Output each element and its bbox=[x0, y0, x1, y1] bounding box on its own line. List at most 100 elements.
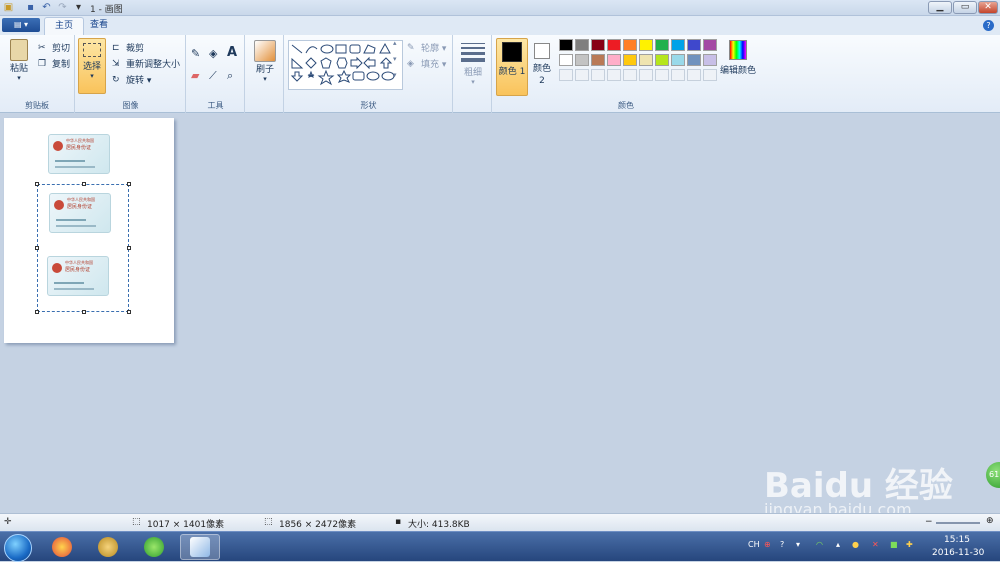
antivirus-icon[interactable]: ✚ bbox=[906, 540, 913, 549]
save-icon[interactable]: ▪ bbox=[24, 1, 37, 14]
clock-time[interactable]: 15:15 bbox=[944, 535, 970, 545]
brushes-label: 刷子 bbox=[255, 65, 274, 75]
resize-handle[interactable] bbox=[82, 182, 86, 186]
color-swatch[interactable] bbox=[623, 69, 637, 81]
color-swatch[interactable] bbox=[607, 39, 621, 51]
gallery-scroll-down-icon[interactable]: ▾ bbox=[393, 55, 397, 63]
color2-button[interactable]: 颜色 2 bbox=[531, 38, 553, 87]
status-bar: ✛ ⬚ 1017 × 1401像素 ⬚ 1856 × 2472像素 ▪ 大小: … bbox=[0, 513, 1000, 531]
resize-handle[interactable] bbox=[35, 310, 39, 314]
color-swatch[interactable] bbox=[639, 54, 653, 66]
volume-icon[interactable]: ✕ bbox=[872, 540, 879, 549]
color-swatch[interactable] bbox=[639, 69, 653, 81]
close-button[interactable]: ✕ bbox=[978, 1, 998, 14]
taskbar-app-browser[interactable] bbox=[136, 534, 172, 560]
color-swatch[interactable] bbox=[591, 54, 605, 66]
copy-button[interactable]: ❐ 复制 bbox=[38, 57, 70, 71]
selection-rectangle[interactable] bbox=[35, 182, 131, 314]
tab-view[interactable]: 查看 bbox=[80, 17, 118, 35]
resize-handle[interactable] bbox=[127, 182, 131, 186]
color-swatch[interactable] bbox=[655, 69, 669, 81]
color-swatch[interactable] bbox=[703, 39, 717, 51]
color-swatch[interactable] bbox=[687, 39, 701, 51]
input-method-icon[interactable]: ⊕ bbox=[764, 540, 771, 549]
rotate-button[interactable]: ↻ 旋转 ▾ bbox=[112, 73, 151, 87]
color-swatch[interactable] bbox=[591, 69, 605, 81]
maximize-button[interactable]: ▭ bbox=[953, 1, 977, 14]
canvas-area[interactable]: 中华人民共和国 居民身份证 中华人民共和国 居民身份证 中华人民共和国 居民身份… bbox=[0, 114, 1000, 513]
taskbar-app-paint[interactable] bbox=[180, 534, 220, 560]
pencil-icon[interactable]: ✎ bbox=[191, 47, 200, 60]
color-swatch[interactable] bbox=[575, 39, 589, 51]
crop-button[interactable]: ⊏ 裁剪 bbox=[112, 41, 144, 55]
color-swatch[interactable] bbox=[671, 54, 685, 66]
taskbar-app-game[interactable] bbox=[44, 534, 80, 560]
zoom-in-icon[interactable]: ⊕ bbox=[986, 516, 994, 526]
fill-button[interactable]: ◈ 填充 ▾ bbox=[407, 57, 446, 71]
fill-bucket-icon[interactable]: ◈ bbox=[209, 47, 217, 60]
color-swatch[interactable] bbox=[671, 69, 685, 81]
color-swatch[interactable] bbox=[671, 39, 685, 51]
paint-menu-button[interactable]: ▤ ▾ bbox=[2, 18, 40, 32]
security-icon[interactable]: ■ bbox=[890, 540, 898, 549]
wifi-icon[interactable]: ◠ bbox=[816, 540, 823, 549]
color-swatch[interactable] bbox=[639, 39, 653, 51]
qq-tray-icon[interactable]: ● bbox=[852, 540, 859, 549]
resize-handle[interactable] bbox=[35, 246, 39, 250]
color-swatch[interactable] bbox=[607, 69, 621, 81]
resize-handle[interactable] bbox=[35, 182, 39, 186]
gallery-expand-icon[interactable]: ▾ bbox=[393, 71, 397, 79]
color-swatch[interactable] bbox=[623, 54, 637, 66]
magnifier-icon[interactable]: ⌕ bbox=[227, 69, 233, 83]
paste-button[interactable]: 粘贴 ▾ bbox=[6, 39, 32, 82]
color-swatch[interactable] bbox=[687, 69, 701, 81]
shapes-gallery[interactable] bbox=[288, 40, 403, 90]
zoom-slider[interactable] bbox=[936, 522, 980, 524]
redo-icon[interactable]: ↷ bbox=[56, 1, 69, 14]
color-swatch[interactable] bbox=[607, 54, 621, 66]
resize-handle[interactable] bbox=[82, 310, 86, 314]
outline-label: 轮廓 bbox=[421, 44, 440, 54]
tab-home[interactable]: 主页 bbox=[44, 17, 85, 35]
size-button[interactable]: 粗细 ▾ bbox=[460, 41, 486, 86]
taskbar-app-qq[interactable] bbox=[90, 534, 126, 560]
cut-button[interactable]: ✂ 剪切 bbox=[38, 41, 70, 55]
color-swatch[interactable] bbox=[575, 69, 589, 81]
minimize-button[interactable]: ▁ bbox=[928, 1, 952, 14]
resize-handle[interactable] bbox=[127, 246, 131, 250]
edit-colors-button[interactable]: 编辑颜色 bbox=[719, 40, 757, 76]
resize-button[interactable]: ⇲ 重新调整大小 bbox=[112, 57, 180, 71]
customize-toolbar-icon[interactable]: ▾ bbox=[72, 1, 85, 14]
color-swatch[interactable] bbox=[703, 69, 717, 81]
select-button[interactable]: 选择 ▾ bbox=[78, 38, 106, 94]
clock-date[interactable]: 2016-11-30 bbox=[932, 548, 984, 558]
brushes-button[interactable]: 刷子 ▾ bbox=[252, 40, 278, 83]
start-button[interactable] bbox=[4, 534, 32, 562]
color-swatch[interactable] bbox=[655, 54, 669, 66]
color-swatch[interactable] bbox=[559, 69, 573, 81]
gallery-scroll-up-icon[interactable]: ▴ bbox=[393, 39, 397, 47]
eraser-icon[interactable]: ▰ bbox=[191, 69, 199, 82]
color-swatch[interactable] bbox=[559, 39, 573, 51]
text-tool-icon[interactable]: A bbox=[227, 45, 237, 60]
help-tray-icon[interactable]: ? bbox=[780, 540, 784, 549]
color1-button[interactable]: 颜色 1 bbox=[496, 38, 528, 96]
zoom-out-icon[interactable]: − bbox=[925, 517, 933, 527]
resize-handle[interactable] bbox=[127, 310, 131, 314]
color-swatch[interactable] bbox=[559, 54, 573, 66]
drawing-canvas[interactable]: 中华人民共和国 居民身份证 中华人民共和国 居民身份证 中华人民共和国 居民身份… bbox=[4, 118, 174, 343]
color-swatch[interactable] bbox=[591, 39, 605, 51]
outline-button[interactable]: ✎ 轮廓 ▾ bbox=[407, 41, 446, 55]
color-swatch[interactable] bbox=[623, 39, 637, 51]
color-swatch[interactable] bbox=[575, 54, 589, 66]
color-picker-icon[interactable]: ⟋ bbox=[209, 69, 217, 83]
color-swatch[interactable] bbox=[655, 39, 669, 51]
undo-icon[interactable]: ↶ bbox=[40, 1, 53, 14]
color-swatch[interactable] bbox=[703, 54, 717, 66]
help-icon[interactable]: ? bbox=[983, 20, 994, 31]
input-language[interactable]: CH bbox=[748, 540, 760, 549]
resize-icon: ⇲ bbox=[112, 58, 120, 69]
tray-arrow-icon[interactable]: ▴ bbox=[836, 540, 840, 549]
tray-expand-icon[interactable]: ▾ bbox=[796, 540, 800, 549]
color-swatch[interactable] bbox=[687, 54, 701, 66]
